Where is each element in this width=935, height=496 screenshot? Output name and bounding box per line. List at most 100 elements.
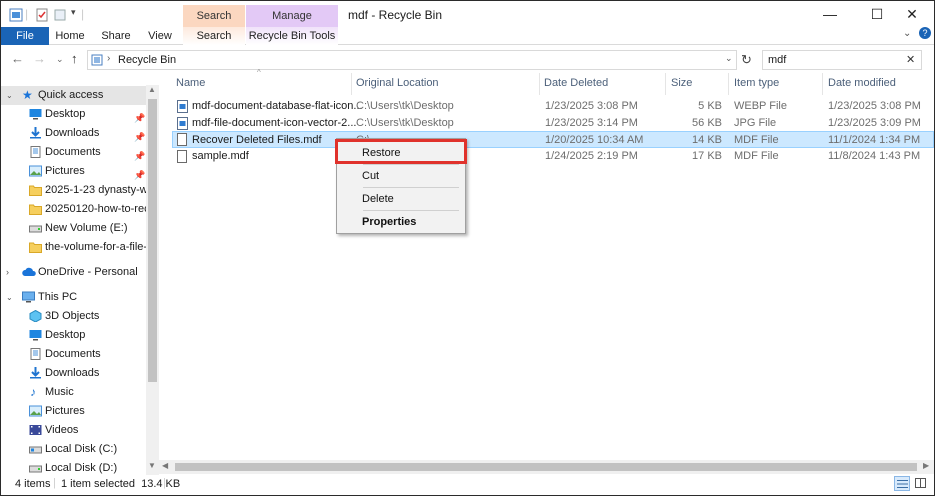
nav-quick-access[interactable]: ⌄ ★ Quick access: [1, 86, 146, 105]
scroll-down-icon[interactable]: ▼: [148, 461, 156, 470]
search-tools-group: Search Tools: [183, 5, 245, 44]
nav-item-local-disk-c[interactable]: Local Disk (C:): [1, 440, 146, 459]
menu-item-cut[interactable]: Cut: [362, 170, 379, 182]
column-divider[interactable]: [728, 73, 729, 95]
nav-label: Desktop: [45, 108, 86, 120]
scroll-up-icon[interactable]: ▲: [148, 85, 156, 94]
tab-view[interactable]: View: [139, 27, 181, 45]
pictures-icon: [29, 405, 42, 417]
horizontal-scrollbar-thumb[interactable]: [175, 463, 917, 471]
column-date-deleted[interactable]: Date Deleted: [544, 77, 608, 91]
nav-item-folder-recover[interactable]: 20250120-how-to-recove: [1, 200, 159, 219]
file-name: sample.mdf: [192, 150, 249, 162]
column-name[interactable]: Name: [176, 77, 205, 91]
file-list-horizontal-scrollbar[interactable]: ◀ ▶: [159, 460, 934, 474]
new-folder-icon[interactable]: [53, 8, 67, 22]
tab-search[interactable]: Search: [183, 27, 245, 45]
nav-onedrive[interactable]: › OneDrive - Personal: [1, 263, 146, 282]
breadcrumb-recycle-bin[interactable]: Recycle Bin: [118, 54, 176, 66]
status-divider: |: [163, 477, 166, 489]
file-date-deleted: 1/24/2025 2:19 PM: [545, 150, 638, 162]
menu-item-delete[interactable]: Delete: [362, 193, 394, 205]
nav-this-pc[interactable]: ⌄ This PC: [1, 288, 146, 307]
nav-item-pictures[interactable]: Pictures 📌: [1, 162, 146, 181]
column-divider[interactable]: [822, 73, 823, 95]
nav-item-new-volume[interactable]: New Volume (E:): [1, 219, 146, 238]
properties-icon[interactable]: [35, 8, 49, 22]
address-bar[interactable]: › Recycle Bin ⌄: [87, 50, 737, 70]
search-box[interactable]: mdf ✕: [762, 50, 922, 70]
column-size[interactable]: Size: [671, 77, 692, 91]
3d-objects-icon: [29, 310, 42, 322]
column-item-type[interactable]: Item type: [734, 77, 779, 91]
back-arrow-icon[interactable]: ←: [11, 51, 24, 66]
drive-icon: [29, 465, 42, 473]
nav-item-folder-dynasty[interactable]: 2025-1-23 dynasty-warri: [1, 181, 159, 200]
ribbon-expand-icon[interactable]: ⌄: [903, 28, 911, 39]
nav-label: Quick access: [38, 89, 104, 101]
file-row[interactable]: sample.mdf 1/24/2025 2:19 PM 17 KB MDF F…: [172, 148, 934, 165]
column-divider[interactable]: [665, 73, 666, 95]
nav-item-desktop[interactable]: Desktop 📌: [1, 105, 146, 124]
music-icon: ♪: [30, 385, 36, 399]
scroll-right-icon[interactable]: ▶: [923, 461, 929, 470]
nav-label: OneDrive - Personal: [38, 266, 138, 278]
file-name: mdf-file-document-icon-vector-2...: [192, 117, 357, 129]
search-input[interactable]: mdf: [768, 54, 786, 66]
column-divider[interactable]: [539, 73, 540, 95]
nav-item-downloads[interactable]: Downloads 📌: [1, 124, 146, 143]
close-button[interactable]: ✕: [889, 1, 934, 29]
image-file-icon: [177, 100, 188, 113]
chevron-right-icon[interactable]: ›: [6, 263, 9, 282]
minimize-button[interactable]: —: [807, 1, 853, 29]
nav-item-pc-documents[interactable]: Documents: [1, 345, 146, 364]
nav-item-documents[interactable]: Documents 📌: [1, 143, 146, 162]
nav-item-3d-objects[interactable]: 3D Objects: [1, 307, 146, 326]
nav-item-pc-desktop[interactable]: Desktop: [1, 326, 146, 345]
download-icon: [30, 127, 41, 139]
menu-separator: [363, 210, 459, 211]
tab-file[interactable]: File: [1, 27, 49, 45]
nav-label: Pictures: [45, 165, 85, 177]
clear-search-icon[interactable]: ✕: [906, 53, 915, 66]
recent-locations-icon[interactable]: ⌄: [56, 54, 64, 65]
file-date-modified: 11/8/2024 1:43 PM: [828, 150, 921, 162]
tab-recycle-bin-tools[interactable]: Recycle Bin Tools: [246, 27, 338, 45]
folder-icon: [29, 242, 42, 253]
nav-item-music[interactable]: ♪ Music: [1, 383, 146, 402]
nav-item-videos[interactable]: Videos: [1, 421, 146, 440]
details-view-icon[interactable]: [894, 476, 910, 491]
nav-item-folder-volume[interactable]: the-volume-for-a-file-ex: [1, 238, 159, 257]
file-row[interactable]: mdf-document-database-flat-icon... C:\Us…: [172, 98, 934, 115]
address-dropdown-icon[interactable]: ⌄: [725, 53, 733, 64]
help-icon[interactable]: ?: [919, 27, 931, 39]
tab-share[interactable]: Share: [93, 27, 139, 45]
manage-group: Manage: [246, 5, 338, 27]
scroll-left-icon[interactable]: ◀: [162, 461, 168, 470]
large-icons-view-icon[interactable]: [913, 476, 929, 491]
title-bar: | ▾ | Search Tools Manage mdf - Recycle …: [1, 1, 934, 44]
file-row-selected[interactable]: Recover Deleted Files.mdf C:\ 1/20/2025 …: [172, 131, 934, 148]
file-size: 56 KB: [692, 117, 722, 129]
window-title: mdf - Recycle Bin: [348, 8, 443, 22]
tab-home[interactable]: Home: [49, 27, 91, 45]
column-original-location[interactable]: Original Location: [356, 77, 439, 91]
chevron-down-icon[interactable]: ⌄: [6, 288, 13, 307]
column-date-modified[interactable]: Date modified: [828, 77, 896, 91]
menu-item-properties[interactable]: Properties: [362, 216, 416, 228]
qat-customize-icon[interactable]: ▾: [71, 7, 76, 18]
navigation-pane: ⌄ ★ Quick access Desktop 📌 Downloads 📌 D…: [1, 81, 159, 475]
nav-item-pc-downloads[interactable]: Downloads: [1, 364, 146, 383]
nav-item-local-disk-d[interactable]: Local Disk (D:): [1, 459, 146, 475]
nav-scrollbar-thumb[interactable]: [148, 99, 157, 382]
refresh-icon[interactable]: ↻: [741, 52, 752, 68]
nav-item-pc-pictures[interactable]: Pictures: [1, 402, 146, 421]
desktop-icon: [29, 109, 42, 120]
up-arrow-icon[interactable]: ↑: [71, 51, 78, 66]
forward-arrow-icon[interactable]: →: [33, 51, 46, 66]
column-divider[interactable]: [351, 73, 352, 95]
file-row[interactable]: mdf-file-document-icon-vector-2... C:\Us…: [172, 115, 934, 132]
nav-label: This PC: [38, 291, 78, 303]
chevron-down-icon[interactable]: ⌄: [6, 86, 13, 105]
nav-scrollbar[interactable]: ▲ ▼: [146, 85, 159, 475]
